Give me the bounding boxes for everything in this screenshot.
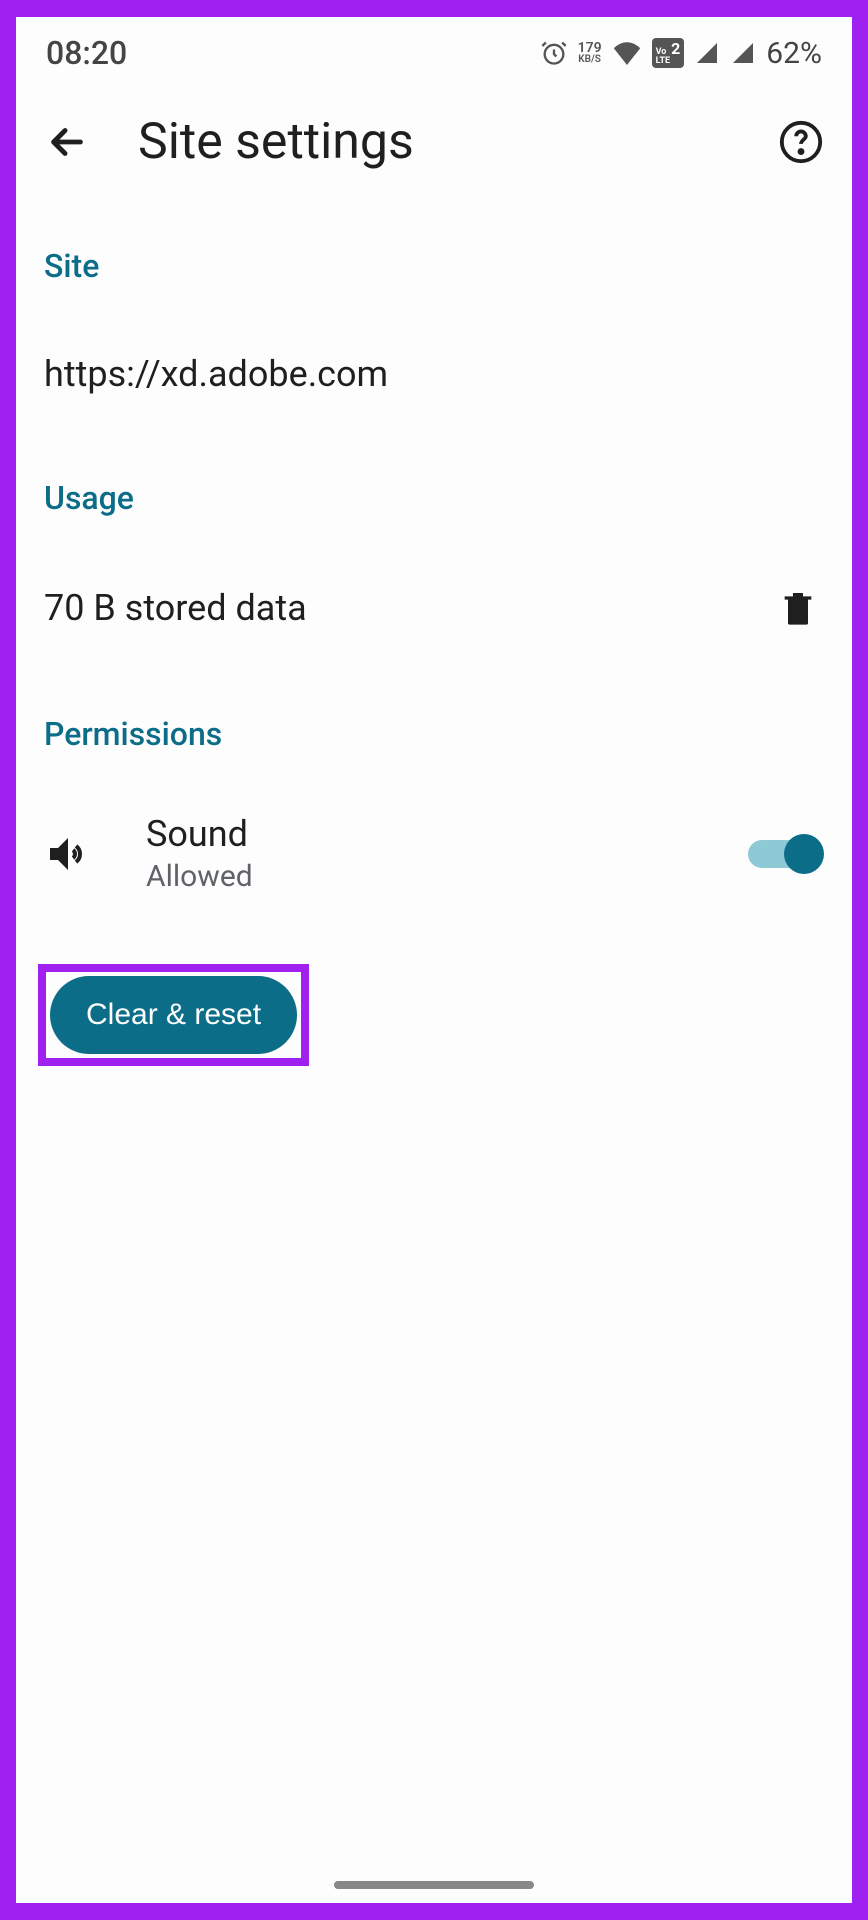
- section-header-permissions: Permissions: [44, 679, 824, 773]
- volte-badge: Vo LTE 2: [652, 38, 685, 67]
- usage-row: 70 B stored data: [44, 537, 824, 679]
- nav-bar-handle[interactable]: [334, 1881, 534, 1889]
- help-button[interactable]: [778, 119, 824, 165]
- kbs-unit: KB/S: [578, 55, 601, 65]
- section-header-site: Site: [44, 211, 824, 305]
- sound-icon: [44, 830, 92, 878]
- content: Site https://xd.adobe.com Usage 70 B sto…: [16, 211, 852, 1066]
- permission-text: Sound Allowed: [146, 813, 694, 894]
- status-icons: 179 KB/S Vo LTE 2: [540, 36, 822, 71]
- wifi-icon: [612, 41, 642, 65]
- back-button[interactable]: [44, 119, 90, 165]
- delete-storage-button[interactable]: [778, 585, 818, 631]
- usage-stored-text: 70 B stored data: [44, 587, 307, 629]
- permission-row-sound[interactable]: Sound Allowed: [44, 773, 824, 934]
- volte-num: 2: [671, 41, 680, 57]
- permission-status: Allowed: [146, 859, 694, 894]
- sound-toggle[interactable]: [748, 834, 824, 874]
- clear-reset-highlight: Clear & reset: [38, 964, 309, 1066]
- phone-frame: 08:20 179 KB/S Vo: [9, 10, 859, 1910]
- site-url[interactable]: https://xd.adobe.com: [44, 305, 824, 443]
- clear-reset-button[interactable]: Clear & reset: [50, 976, 297, 1054]
- toggle-thumb: [784, 834, 824, 874]
- signal-icon-2: [730, 41, 756, 65]
- alarm-icon: [540, 39, 568, 67]
- status-bar: 08:20 179 KB/S Vo: [16, 17, 852, 83]
- permission-title: Sound: [146, 813, 694, 855]
- kbs-value: 179: [578, 41, 602, 55]
- battery-percentage: 62%: [766, 36, 822, 71]
- section-header-usage: Usage: [44, 443, 824, 537]
- status-time: 08:20: [46, 34, 127, 72]
- network-speed: 179 KB/S: [578, 41, 602, 65]
- signal-icon-1: [694, 41, 720, 65]
- volte-lte: LTE: [656, 57, 671, 65]
- page-title: Site settings: [138, 113, 730, 171]
- app-bar: Site settings: [16, 83, 852, 211]
